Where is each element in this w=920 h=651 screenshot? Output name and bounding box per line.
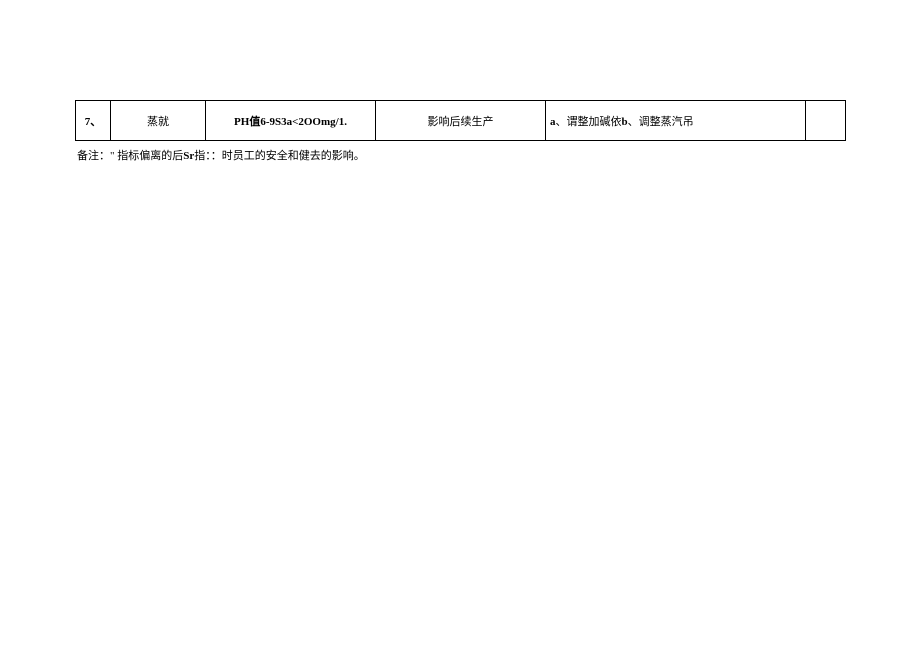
cell-number: 7、: [76, 101, 111, 141]
cell-impact: 影响后续生产: [376, 101, 546, 141]
cell-spec: PH值6-9S3a<2OOmg/1.: [206, 101, 376, 141]
footnote-prefix: 备注：" 指标偏离的后: [77, 150, 183, 162]
action-a-text: 、谓整加碱依: [556, 116, 622, 128]
footnote-suffix: 指：：时员工的安全和健去的影响。: [194, 150, 365, 162]
cell-name: 蒸就: [111, 101, 206, 141]
cell-empty: [806, 101, 846, 141]
footnote: 备注：" 指标偏离的后Sr指：：时员工的安全和健去的影响。: [75, 147, 845, 163]
action-b-text: 、调整蒸汽吊: [628, 116, 694, 128]
data-table: 7、 蒸就 PH值6-9S3a<2OOmg/1. 影响后续生产 a、谓整加碱依b…: [75, 100, 846, 141]
footnote-bold: Sr: [183, 150, 194, 162]
table-row: 7、 蒸就 PH值6-9S3a<2OOmg/1. 影响后续生产 a、谓整加碱依b…: [76, 101, 846, 141]
cell-action: a、谓整加碱依b、调整蒸汽吊: [546, 101, 806, 141]
document-content: 7、 蒸就 PH值6-9S3a<2OOmg/1. 影响后续生产 a、谓整加碱依b…: [0, 0, 920, 163]
